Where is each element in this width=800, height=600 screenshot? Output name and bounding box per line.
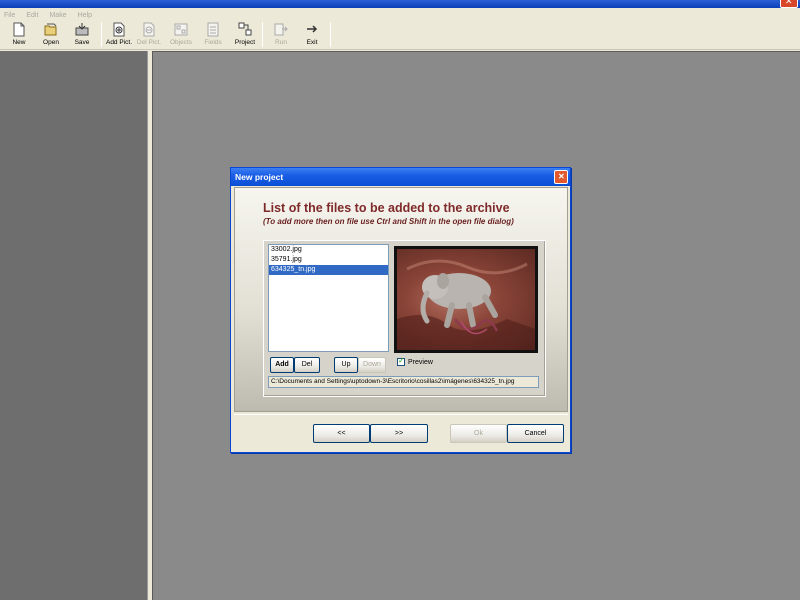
open-folder-icon bbox=[44, 23, 57, 36]
del-button[interactable]: Del bbox=[294, 357, 320, 373]
fields-icon bbox=[207, 22, 219, 37]
down-button[interactable]: Down bbox=[358, 357, 386, 373]
fields-button[interactable]: Fields bbox=[199, 20, 227, 49]
exit-label: Exit bbox=[306, 39, 318, 46]
toolbar: New Open Save Add Pict. Del Pict. Object… bbox=[0, 19, 800, 50]
exit-button[interactable]: Exit bbox=[298, 20, 326, 49]
objects-icon bbox=[174, 23, 188, 36]
file-list-item[interactable]: 634325_tn.jpg bbox=[269, 265, 388, 275]
app-titlebar bbox=[0, 0, 800, 8]
add-picture-button[interactable]: Add Pict. bbox=[105, 20, 133, 49]
delete-picture-label: Del Pict. bbox=[136, 39, 162, 46]
project-label: Project bbox=[234, 39, 256, 46]
delete-picture-icon bbox=[143, 22, 155, 37]
add-button[interactable]: Add bbox=[270, 357, 294, 373]
files-panel: 33002.jpg 35791.jpg 634325_tn.jpg Add De… bbox=[263, 240, 546, 397]
preview-checkbox-label: Preview bbox=[408, 358, 433, 366]
app-close-button[interactable] bbox=[780, 0, 798, 8]
project-icon bbox=[238, 22, 252, 36]
run-icon bbox=[274, 23, 288, 36]
run-label: Run bbox=[275, 39, 287, 46]
save-disk-icon bbox=[75, 23, 89, 36]
preview-checkbox[interactable]: Preview bbox=[397, 356, 433, 366]
run-button[interactable]: Run bbox=[267, 20, 295, 49]
new-label: New bbox=[12, 39, 26, 46]
add-picture-icon bbox=[113, 22, 125, 37]
dialog-titlebar: New project bbox=[231, 168, 570, 186]
toolbar-separator bbox=[330, 22, 331, 47]
dialog-close-button[interactable] bbox=[554, 170, 568, 184]
open-button[interactable]: Open bbox=[37, 20, 65, 49]
preview-frame bbox=[394, 246, 538, 353]
ok-button[interactable]: Ok bbox=[450, 424, 507, 443]
dialog-heading: List of the files to be added to the arc… bbox=[263, 201, 510, 215]
new-document-icon bbox=[13, 22, 25, 37]
project-button[interactable]: Project bbox=[231, 20, 259, 49]
left-panel bbox=[0, 51, 148, 600]
cancel-button[interactable]: Cancel bbox=[507, 424, 564, 443]
next-button[interactable]: >> bbox=[370, 424, 428, 443]
dialog-subheading: (To add more then on file use Ctrl and S… bbox=[263, 217, 514, 226]
previous-button[interactable]: << bbox=[313, 424, 370, 443]
new-button[interactable]: New bbox=[5, 20, 33, 49]
save-label: Save bbox=[74, 39, 90, 46]
preview-image bbox=[397, 249, 535, 350]
file-list[interactable]: 33002.jpg 35791.jpg 634325_tn.jpg bbox=[268, 244, 389, 352]
delete-picture-button[interactable]: Del Pict. bbox=[135, 20, 163, 49]
toolbar-separator bbox=[101, 22, 102, 47]
toolbar-separator bbox=[262, 22, 263, 47]
menubar: File Edit Make Help bbox=[0, 8, 800, 19]
add-picture-label: Add Pict. bbox=[105, 39, 132, 46]
up-button[interactable]: Up bbox=[334, 357, 358, 373]
new-project-dialog: New project List of the files to be adde… bbox=[230, 167, 571, 453]
preview-checkbox-box[interactable] bbox=[397, 356, 405, 366]
file-list-item[interactable]: 35791.jpg bbox=[269, 255, 388, 265]
objects-label: Objects bbox=[169, 39, 193, 46]
dialog-footer-divider bbox=[234, 414, 568, 415]
exit-icon bbox=[307, 25, 318, 33]
dialog-body: List of the files to be added to the arc… bbox=[234, 187, 568, 412]
dialog-title: New project bbox=[235, 172, 284, 182]
save-button[interactable]: Save bbox=[68, 20, 96, 49]
file-list-item[interactable]: 33002.jpg bbox=[269, 245, 388, 255]
file-path-field: C:\Documents and Settings\uptodown-3\Esc… bbox=[268, 376, 539, 388]
objects-button[interactable]: Objects bbox=[167, 20, 195, 49]
open-label: Open bbox=[43, 39, 59, 46]
fields-label: Fields bbox=[204, 39, 222, 46]
